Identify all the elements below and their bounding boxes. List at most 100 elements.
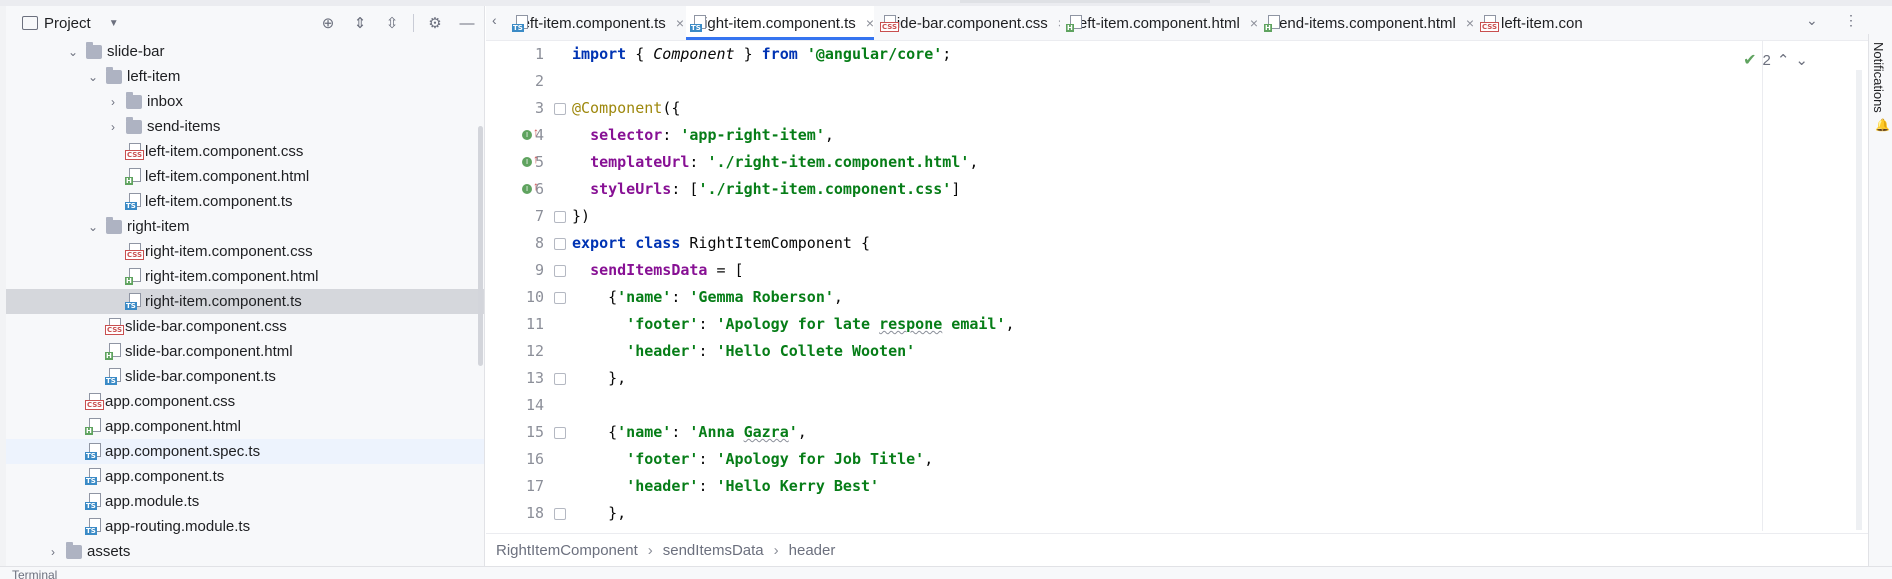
tree-item[interactable]: CSSslide-bar.component.css bbox=[6, 314, 484, 339]
inspections-widget[interactable]: ✔ 2 ⌃ ⌄ bbox=[1743, 50, 1808, 70]
tab-label: right-item.component.ts bbox=[699, 15, 856, 32]
breadcrumb-item-field[interactable]: sendItemsData bbox=[653, 542, 774, 559]
editor: ‹ ⌄ ⋮ TSleft-item.component.ts×TSright-i… bbox=[486, 6, 1892, 566]
tree-item[interactable]: TSapp.component.ts bbox=[6, 464, 484, 489]
tree-item[interactable]: › assets bbox=[6, 539, 484, 564]
tree-item-label: slide-bar bbox=[107, 43, 165, 60]
code-line-18: }, bbox=[572, 500, 626, 527]
code-line-9: sendItemsData = [ bbox=[572, 257, 744, 284]
chevron-down-icon[interactable]: ⌄ bbox=[1795, 51, 1808, 69]
project-icon bbox=[22, 16, 38, 30]
tree-item[interactable]: Hleft-item.component.html bbox=[6, 164, 484, 189]
tree-item-label: send-items bbox=[147, 118, 220, 135]
editor-scrollbar[interactable] bbox=[1856, 70, 1862, 530]
chevron-down-icon[interactable]: ⌄ bbox=[66, 45, 80, 59]
tree-item[interactable]: TS right-item.component.ts bbox=[6, 289, 484, 314]
tree-item-label: left-item.component.css bbox=[145, 143, 303, 160]
chevron-down-icon[interactable]: ⌄ bbox=[1806, 12, 1818, 29]
project-scrollbar[interactable] bbox=[478, 126, 483, 366]
editor-tab[interactable]: CSSslide-bar.component.css× bbox=[876, 6, 1060, 40]
chevron-right-icon[interactable]: › bbox=[46, 545, 60, 559]
ide-window: Project ▼ ⊕ ⇕ ⇳ ⚙ — ⌄slide-bar⌄left-item… bbox=[0, 0, 1892, 578]
minimize-icon[interactable]: — bbox=[456, 12, 478, 34]
bell-icon[interactable]: 🔔 bbox=[1875, 118, 1890, 132]
inspections-count: 2 bbox=[1763, 52, 1771, 69]
more-icon[interactable]: ⋮ bbox=[1844, 12, 1858, 29]
editor-tab[interactable]: CSSleft-item.con bbox=[1476, 6, 1596, 40]
tree-item[interactable]: Hslide-bar.component.html bbox=[6, 339, 484, 364]
check-icon: ✔ bbox=[1743, 50, 1756, 70]
breadcrumb-item-key[interactable]: header bbox=[779, 542, 846, 559]
html-file-icon: H bbox=[125, 268, 140, 285]
expand-all-icon[interactable]: ⇕ bbox=[349, 12, 371, 34]
tree-item[interactable]: TS app.component.spec.ts bbox=[6, 439, 484, 464]
folder-icon bbox=[66, 545, 82, 559]
tree-item[interactable]: CSSright-item.component.css bbox=[6, 239, 484, 264]
terminal-tool-button[interactable]: Terminal bbox=[12, 568, 57, 579]
chevron-right-icon[interactable]: › bbox=[106, 95, 120, 109]
chevron-left-icon[interactable]: ‹ bbox=[492, 12, 497, 28]
code-line-17: 'header': 'Hello Kerry Best' bbox=[572, 473, 879, 500]
folder-icon bbox=[126, 120, 142, 134]
gear-icon[interactable]: ⚙ bbox=[424, 12, 446, 34]
tree-item[interactable]: TSapp.module.ts bbox=[6, 489, 484, 514]
close-icon[interactable]: × bbox=[676, 15, 684, 31]
close-icon[interactable]: × bbox=[1250, 15, 1258, 31]
chevron-down-icon[interactable]: ⌄ bbox=[86, 220, 100, 234]
tree-item[interactable]: › send-items bbox=[6, 114, 484, 139]
locate-icon[interactable]: ⊕ bbox=[317, 12, 339, 34]
collapse-all-icon[interactable]: ⇳ bbox=[381, 12, 403, 34]
implemented-marker-icon[interactable]: I↑ bbox=[522, 154, 538, 170]
code-line-13: }, bbox=[572, 365, 626, 392]
tree-item-label: right-item bbox=[127, 218, 190, 235]
line-gutter: 123456789101112131415161718I↑I↑I↑ bbox=[486, 41, 562, 531]
tree-item[interactable]: › inbox bbox=[6, 89, 484, 114]
tree-item-label: right-item.component.ts bbox=[145, 293, 302, 310]
breadcrumb-item-class[interactable]: RightItemComponent bbox=[486, 542, 648, 559]
line-number: 2 bbox=[486, 68, 544, 95]
chevron-up-icon[interactable]: ⌃ bbox=[1777, 51, 1790, 69]
tree-item[interactable]: Happ.component.html bbox=[6, 414, 484, 439]
chevron-down-icon[interactable]: ⌄ bbox=[86, 70, 100, 84]
editor-tab[interactable]: Hsend-items.component.html× bbox=[1260, 6, 1474, 40]
folder-icon bbox=[126, 95, 142, 109]
close-icon[interactable]: × bbox=[866, 15, 874, 31]
code-area[interactable]: import { Component } from '@angular/core… bbox=[564, 41, 1754, 531]
tree-item[interactable]: CSSleft-item.component.css bbox=[6, 139, 484, 164]
tree-item[interactable]: ⌄ right-item bbox=[6, 214, 484, 239]
editor-tab[interactable]: Hleft-item.component.html× bbox=[1062, 6, 1258, 40]
notifications-tool-button[interactable]: Notifications bbox=[1871, 42, 1886, 113]
implemented-marker-icon[interactable]: I↑ bbox=[522, 181, 538, 197]
editor-tab[interactable]: TSright-item.component.ts× bbox=[686, 6, 874, 40]
ts-file-icon: TS bbox=[85, 518, 100, 535]
tree-item[interactable]: CSSapp.component.css bbox=[6, 389, 484, 414]
tree-item[interactable]: ⌄ slide-bar bbox=[6, 39, 484, 64]
tree-item[interactable]: Hright-item.component.html bbox=[6, 264, 484, 289]
tree-item-label: app.component.spec.ts bbox=[105, 443, 260, 460]
line-number: 8 bbox=[486, 230, 544, 257]
tree-item-label: assets bbox=[87, 543, 130, 560]
tree-item[interactable]: TSslide-bar.component.ts bbox=[6, 364, 484, 389]
code-line-1: import { Component } from '@angular/core… bbox=[572, 41, 951, 68]
tree-item-label: app.component.ts bbox=[105, 468, 224, 485]
tree-item-label: app.component.css bbox=[105, 393, 235, 410]
html-file-icon: H bbox=[125, 168, 140, 185]
tree-item-label: inbox bbox=[147, 93, 183, 110]
code-line-15: {'name': 'Anna Gazra', bbox=[572, 419, 807, 446]
close-icon[interactable]: × bbox=[1058, 15, 1060, 31]
tree-item-label: slide-bar.component.css bbox=[125, 318, 287, 335]
line-number: 15 bbox=[486, 419, 544, 446]
tree-item[interactable]: TSapp-routing.module.ts bbox=[6, 514, 484, 539]
line-number: 3 bbox=[486, 95, 544, 122]
implemented-marker-icon[interactable]: I↑ bbox=[522, 127, 538, 143]
editor-tab[interactable]: TSleft-item.component.ts× bbox=[508, 6, 684, 40]
html-file-icon: H bbox=[1264, 15, 1266, 32]
project-toolbar: Project ▼ ⊕ ⇕ ⇳ ⚙ — bbox=[6, 6, 484, 39]
ts-file-icon: TS bbox=[125, 293, 140, 310]
tree-item[interactable]: ⌄left-item bbox=[6, 64, 484, 89]
chevron-right-icon[interactable]: › bbox=[106, 120, 120, 134]
project-view-selector[interactable]: Project ▼ bbox=[22, 13, 119, 33]
spec-file-icon: TS bbox=[85, 443, 100, 460]
close-icon[interactable]: × bbox=[1466, 15, 1474, 31]
tree-item[interactable]: TSleft-item.component.ts bbox=[6, 189, 484, 214]
